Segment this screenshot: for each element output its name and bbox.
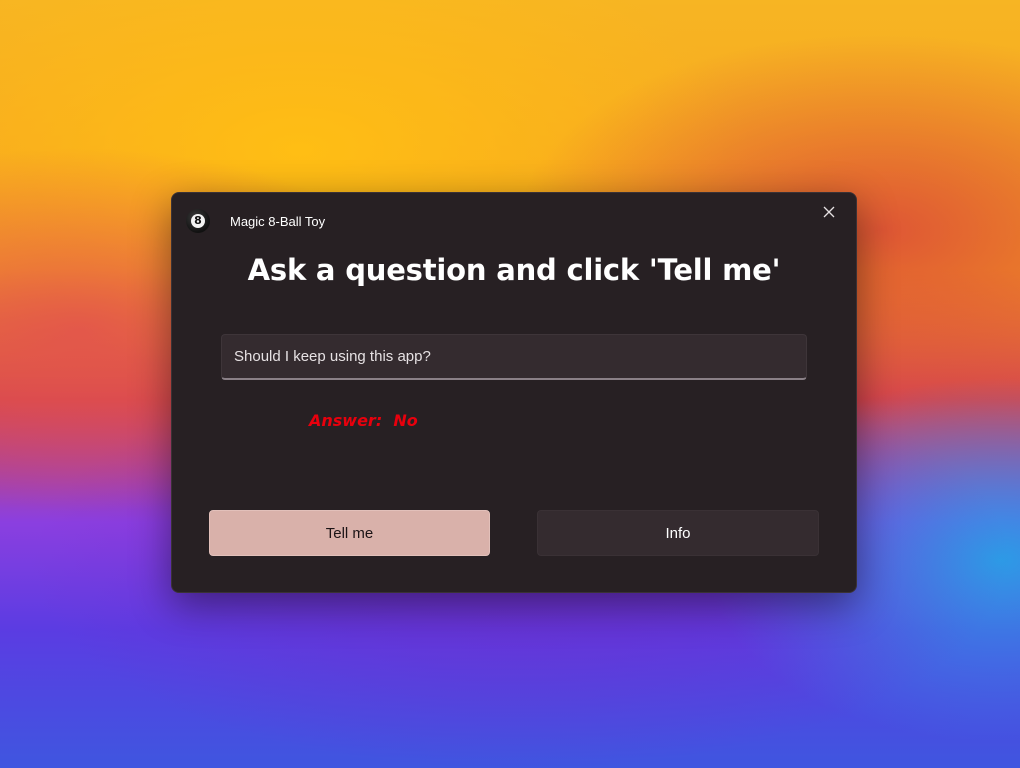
info-button[interactable]: Info bbox=[537, 510, 819, 556]
question-input[interactable] bbox=[221, 334, 807, 380]
answer-label: Answer: No bbox=[309, 411, 418, 430]
close-icon bbox=[823, 206, 835, 218]
window-title: Magic 8-Ball Toy bbox=[230, 214, 326, 229]
close-button[interactable] bbox=[810, 197, 848, 227]
magic-8-ball-icon: 8 bbox=[186, 209, 210, 233]
tell-me-button[interactable]: Tell me bbox=[209, 510, 490, 556]
page-heading: Ask a question and click 'Tell me' bbox=[247, 253, 781, 287]
app-icon-glyph: 8 bbox=[191, 214, 205, 228]
app-window: 8 Magic 8-Ball Toy Ask a question and cl… bbox=[171, 192, 857, 593]
